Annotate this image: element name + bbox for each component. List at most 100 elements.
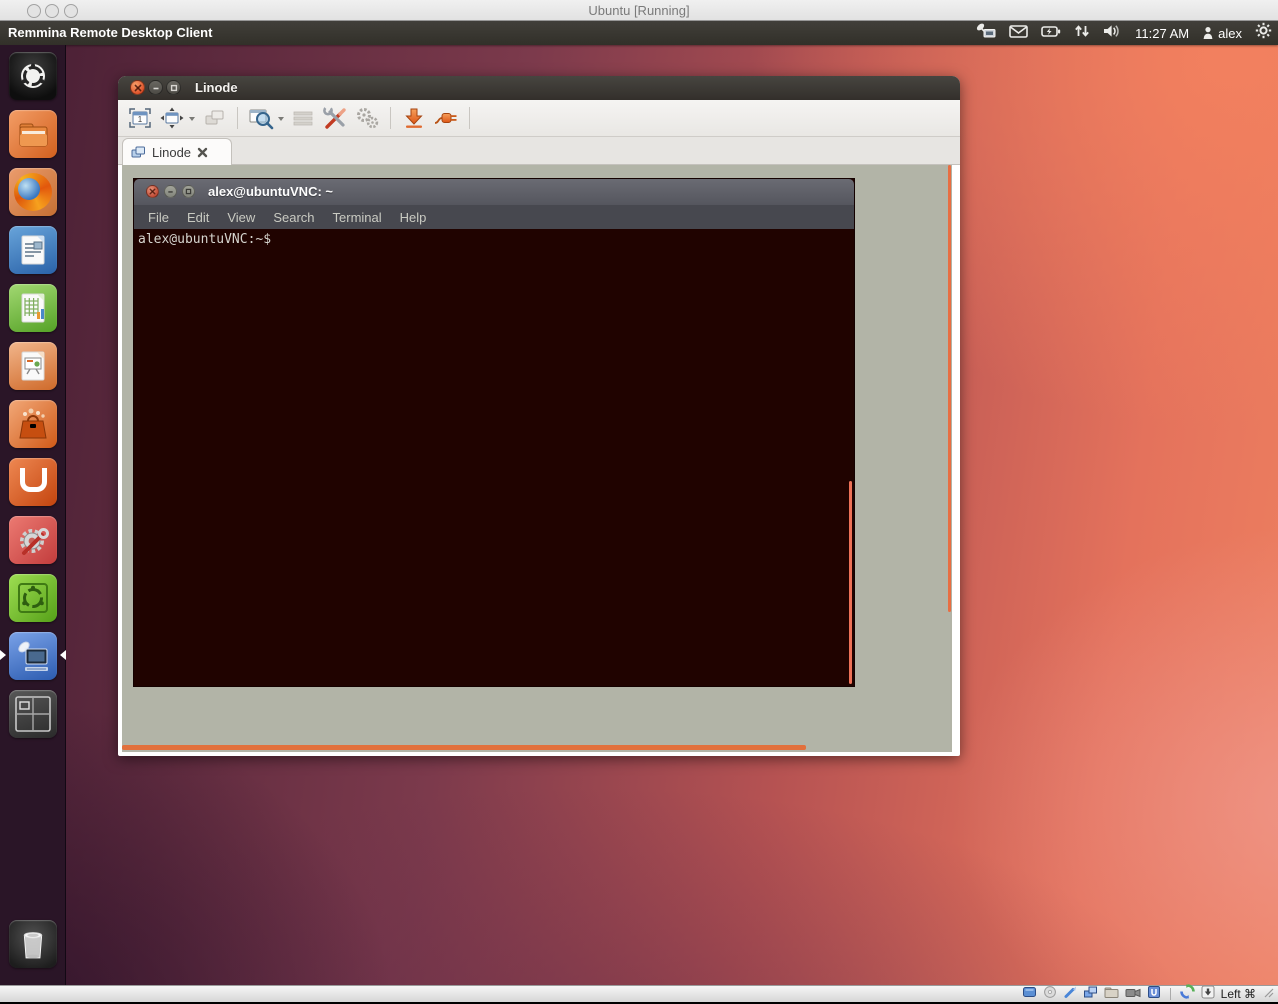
scaled-mode-button[interactable]	[158, 104, 186, 132]
launcher-item-workspace-switcher[interactable]	[9, 690, 57, 738]
keyboard-capture-icon[interactable]	[1201, 985, 1215, 1004]
minimize-to-tray-button[interactable]	[400, 104, 428, 132]
launcher-item-remmina[interactable]	[9, 632, 57, 680]
host-key-label: Left ⌘	[1221, 987, 1256, 1001]
tools-button[interactable]	[321, 104, 349, 132]
tab-close-icon[interactable]	[197, 147, 208, 158]
menu-file[interactable]: File	[141, 210, 176, 225]
remote-desktop-view[interactable]: alex@ubuntuVNC: ~ File Edit View Search …	[122, 165, 952, 752]
scaled-mode-dropdown[interactable]	[188, 109, 196, 127]
launcher-item-trash[interactable]	[9, 920, 57, 968]
launcher-item-firefox[interactable]	[9, 168, 57, 216]
launcher-item-ubuntu-one[interactable]	[9, 458, 57, 506]
zoom-quality-button[interactable]	[247, 104, 275, 132]
toolbar-separator	[390, 107, 391, 129]
window-close-button[interactable]	[130, 80, 145, 95]
terminal-minimize-button[interactable]	[164, 185, 177, 198]
statusbar-separator	[1170, 988, 1171, 1000]
libreoffice-impress-icon	[13, 346, 53, 386]
remmina-icon	[13, 636, 53, 676]
optical-drives-icon[interactable]	[1043, 985, 1057, 1004]
remmina-window: Linode 1	[118, 76, 960, 756]
display-icon[interactable]	[1083, 985, 1098, 1004]
maximize-icon	[170, 84, 178, 92]
unity-launcher	[0, 45, 66, 985]
files-folder-icon	[13, 114, 53, 154]
minimize-icon	[152, 84, 160, 92]
minimize-icon	[167, 188, 174, 195]
user-icon	[1202, 26, 1214, 40]
terminal-scrollbar[interactable]	[849, 481, 852, 684]
tab-linode[interactable]: Linode	[122, 138, 232, 165]
ubuntu-one-u-icon	[20, 468, 47, 492]
launcher-item-libreoffice-writer[interactable]	[9, 226, 57, 274]
host-window-title: Ubuntu [Running]	[0, 0, 1278, 21]
menu-view[interactable]: View	[220, 210, 262, 225]
toolbar-separator	[469, 107, 470, 129]
running-indicator-arrow	[0, 650, 6, 660]
disconnect-plug-button[interactable]	[432, 104, 460, 132]
usb-icon[interactable]	[1147, 985, 1161, 1004]
fullscreen-badge: 1	[138, 115, 143, 124]
network-icon[interactable]	[1063, 985, 1077, 1004]
network-sync-indicator-icon[interactable]	[1074, 23, 1090, 44]
menu-search[interactable]: Search	[266, 210, 321, 225]
menu-help[interactable]: Help	[393, 210, 434, 225]
libreoffice-calc-icon	[13, 288, 53, 328]
terminal-title: alex@ubuntuVNC: ~	[208, 179, 333, 205]
dash-home-icon	[18, 61, 48, 91]
terminal-titlebar[interactable]: alex@ubuntuVNC: ~	[134, 179, 854, 205]
launcher-item-files[interactable]	[9, 110, 57, 158]
launcher-item-dash-home[interactable]	[9, 52, 57, 100]
launcher-item-libreoffice-impress[interactable]	[9, 342, 57, 390]
workspace-switcher-icon	[14, 695, 52, 733]
menu-edit[interactable]: Edit	[180, 210, 216, 225]
mouse-integration-icon[interactable]	[1180, 984, 1195, 1004]
session-gear-icon[interactable]	[1255, 22, 1272, 44]
fullscreen-button[interactable]: 1	[126, 104, 154, 132]
close-icon	[149, 188, 156, 195]
remote-vertical-scrollbar[interactable]	[948, 165, 951, 612]
window-minimize-button[interactable]	[148, 80, 163, 95]
toolbar-lines-button[interactable]	[289, 104, 317, 132]
terminal-window: alex@ubuntuVNC: ~ File Edit View Search …	[133, 178, 855, 687]
mail-indicator-icon[interactable]	[1009, 23, 1028, 44]
host-window-titlebar: Ubuntu [Running]	[0, 0, 1278, 21]
remmina-toolbar: 1	[118, 100, 960, 137]
terminal-menubar: File Edit View Search Terminal Help	[134, 205, 854, 229]
focused-indicator-arrow	[60, 650, 66, 660]
launcher-item-ubuntu-software-center[interactable]	[9, 400, 57, 448]
terminal-maximize-button[interactable]	[182, 185, 195, 198]
user-menu[interactable]: alex	[1202, 26, 1242, 41]
remmina-titlebar[interactable]: Linode	[118, 76, 960, 100]
resize-grip[interactable]	[1262, 985, 1274, 1003]
panel-app-title: Remmina Remote Desktop Client	[8, 21, 212, 45]
launcher-item-libreoffice-calc[interactable]	[9, 284, 57, 332]
volume-indicator-icon[interactable]	[1103, 23, 1122, 44]
launcher-item-software-updater[interactable]	[9, 574, 57, 622]
close-icon	[134, 84, 142, 92]
terminal-body[interactable]: alex@ubuntuVNC:~$	[134, 229, 854, 686]
video-capture-icon[interactable]	[1125, 985, 1141, 1004]
shared-folders-icon[interactable]	[1104, 985, 1119, 1004]
remmina-window-title: Linode	[195, 76, 238, 100]
menu-terminal[interactable]: Terminal	[326, 210, 389, 225]
terminal-close-button[interactable]	[146, 185, 159, 198]
grab-keyboard-button[interactable]	[200, 104, 228, 132]
window-maximize-button[interactable]	[166, 80, 181, 95]
tab-label: Linode	[152, 145, 191, 160]
hard-disks-icon[interactable]	[1022, 985, 1037, 1004]
battery-indicator-icon[interactable]	[1041, 23, 1061, 44]
preferences-gears-button[interactable]	[353, 104, 381, 132]
launcher-item-system-settings[interactable]	[9, 516, 57, 564]
tab-connection-icon	[131, 146, 146, 158]
system-settings-gear-icon	[13, 520, 53, 560]
libreoffice-writer-icon	[13, 230, 53, 270]
remote-horizontal-scrollbar[interactable]	[122, 745, 806, 750]
firefox-icon	[14, 173, 52, 211]
terminal-prompt: alex@ubuntuVNC:~$	[138, 232, 271, 247]
remote-desktop-indicator-icon[interactable]	[975, 22, 996, 44]
zoom-dropdown[interactable]	[277, 109, 285, 127]
maximize-icon	[185, 188, 192, 195]
clock[interactable]: 11:27 AM	[1135, 26, 1189, 41]
